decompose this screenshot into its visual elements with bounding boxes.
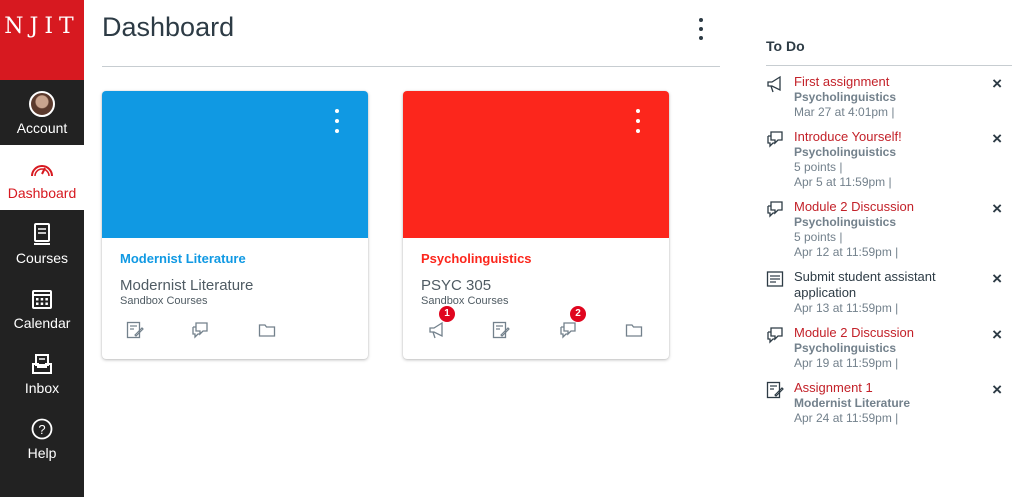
dismiss-todo-button[interactable]: × — [992, 269, 1002, 289]
courses-icon — [28, 220, 56, 248]
todo-item: Submit student assistant application Apr… — [766, 269, 1012, 316]
discussions-unread-badge: 2 — [570, 306, 586, 322]
files-icon[interactable] — [624, 320, 644, 340]
course-card-hero[interactable] — [403, 91, 669, 238]
discussion-icon — [766, 200, 784, 218]
dismiss-todo-button[interactable]: × — [992, 74, 1002, 94]
logo-text: NJIT — [4, 14, 80, 39]
dashboard-icon — [28, 155, 56, 183]
announcement-icon — [766, 75, 784, 93]
todo-item-course: Psycholinguistics — [794, 90, 897, 104]
course-card-psycholinguistics: Psycholinguistics PSYC 305 Sandbox Cours… — [403, 91, 669, 359]
dismiss-todo-button[interactable]: × — [992, 129, 1002, 149]
course-name-link[interactable]: Psycholinguistics — [421, 251, 669, 267]
dismiss-todo-button[interactable]: × — [992, 380, 1002, 400]
todo-item-course: Psycholinguistics — [794, 341, 897, 355]
course-term: Sandbox Courses — [421, 295, 509, 307]
todo-item-points: 5 points | — [794, 230, 843, 244]
todo-item-course: Psycholinguistics — [794, 215, 897, 229]
todo-item-due: Apr 24 at 11:59pm | — [794, 411, 899, 425]
announcements-icon[interactable]: 1 — [427, 306, 455, 340]
course-card-modernist-literature: Modernist Literature Modernist Literatur… — [102, 91, 368, 359]
todo-item-due: Apr 19 at 11:59pm | — [794, 356, 899, 370]
note-icon — [766, 270, 784, 288]
discussions-icon[interactable]: 2 — [558, 306, 586, 340]
todo-item-due: Apr 12 at 11:59pm | — [794, 245, 899, 259]
course-card-hero[interactable] — [102, 91, 368, 238]
announcements-unread-badge: 1 — [439, 306, 455, 322]
nav-label-dashboard: Dashboard — [7, 184, 77, 201]
todo-item-due: Mar 27 at 4:01pm | — [794, 105, 895, 119]
todo-item-title-link[interactable]: Introduce Yourself! — [794, 129, 978, 145]
nav-item-courses[interactable]: Courses — [0, 210, 84, 275]
nav-label-calendar: Calendar — [13, 314, 71, 331]
nav-item-inbox[interactable]: Inbox — [0, 340, 84, 405]
course-code: PSYC 305 — [421, 277, 492, 294]
help-icon: ? — [28, 415, 56, 443]
nav-label-help: Help — [27, 444, 57, 461]
page-title: Dashboard — [102, 12, 235, 42]
card-options-menu[interactable] — [633, 109, 643, 133]
global-nav: NJIT Account Dashboard Courses Calendar … — [0, 0, 84, 497]
todo-item: Module 2 Discussion Psycholinguistics Ap… — [766, 325, 1012, 371]
header-divider — [102, 66, 720, 67]
nav-item-help[interactable]: ? Help — [0, 405, 84, 470]
dismiss-todo-button[interactable]: × — [992, 199, 1002, 219]
todo-item-course: Modernist Literature — [794, 396, 911, 410]
avatar-icon — [28, 90, 56, 118]
todo-item-points: 5 points | — [794, 160, 843, 174]
nav-item-account[interactable]: Account — [0, 80, 84, 145]
avatar — [29, 90, 55, 117]
calendar-icon — [28, 285, 56, 313]
course-code: Modernist Literature — [120, 277, 254, 294]
todo-sidebar: To Do First assignment Psycholinguistics… — [766, 36, 1012, 426]
discussion-icon — [766, 326, 784, 344]
todo-item-title-link[interactable]: First assignment — [794, 74, 978, 90]
assignments-icon[interactable] — [125, 320, 145, 340]
todo-item-course: Psycholinguistics — [794, 145, 897, 159]
files-icon[interactable] — [257, 320, 277, 340]
assignment-icon — [766, 381, 784, 399]
todo-item-title-link[interactable]: Module 2 Discussion — [794, 199, 978, 215]
inbox-icon — [28, 350, 56, 378]
dismiss-todo-button[interactable]: × — [992, 325, 1002, 345]
discussions-icon[interactable] — [190, 320, 210, 340]
nav-label-account: Account — [16, 119, 68, 136]
dashboard-options-menu[interactable] — [694, 18, 708, 40]
todo-item-title-link[interactable]: Module 2 Discussion — [794, 325, 978, 341]
nav-label-courses: Courses — [15, 249, 69, 266]
course-name-link[interactable]: Modernist Literature — [120, 251, 368, 267]
assignments-icon[interactable] — [491, 320, 511, 340]
todo-item: Introduce Yourself! Psycholinguistics 5 … — [766, 129, 1012, 190]
todo-heading: To Do — [766, 36, 1012, 66]
card-options-menu[interactable] — [332, 109, 342, 133]
course-term: Sandbox Courses — [120, 295, 208, 307]
todo-item: First assignment Psycholinguistics Mar 2… — [766, 74, 1012, 120]
njit-logo[interactable]: NJIT — [0, 0, 84, 80]
todo-item-title-link[interactable]: Assignment 1 — [794, 380, 978, 396]
todo-item-due: Apr 5 at 11:59pm | — [794, 175, 892, 189]
todo-item-due: Apr 13 at 11:59pm | — [794, 301, 899, 315]
nav-label-inbox: Inbox — [24, 379, 60, 396]
todo-item-title-link[interactable]: Submit student assistant application — [794, 269, 978, 301]
todo-item: Module 2 Discussion Psycholinguistics 5 … — [766, 199, 1012, 260]
todo-item: Assignment 1 Modernist Literature Apr 24… — [766, 380, 1012, 426]
nav-item-dashboard[interactable]: Dashboard — [0, 145, 84, 210]
svg-text:?: ? — [38, 422, 45, 437]
nav-item-calendar[interactable]: Calendar — [0, 275, 84, 340]
discussion-icon — [766, 130, 784, 148]
